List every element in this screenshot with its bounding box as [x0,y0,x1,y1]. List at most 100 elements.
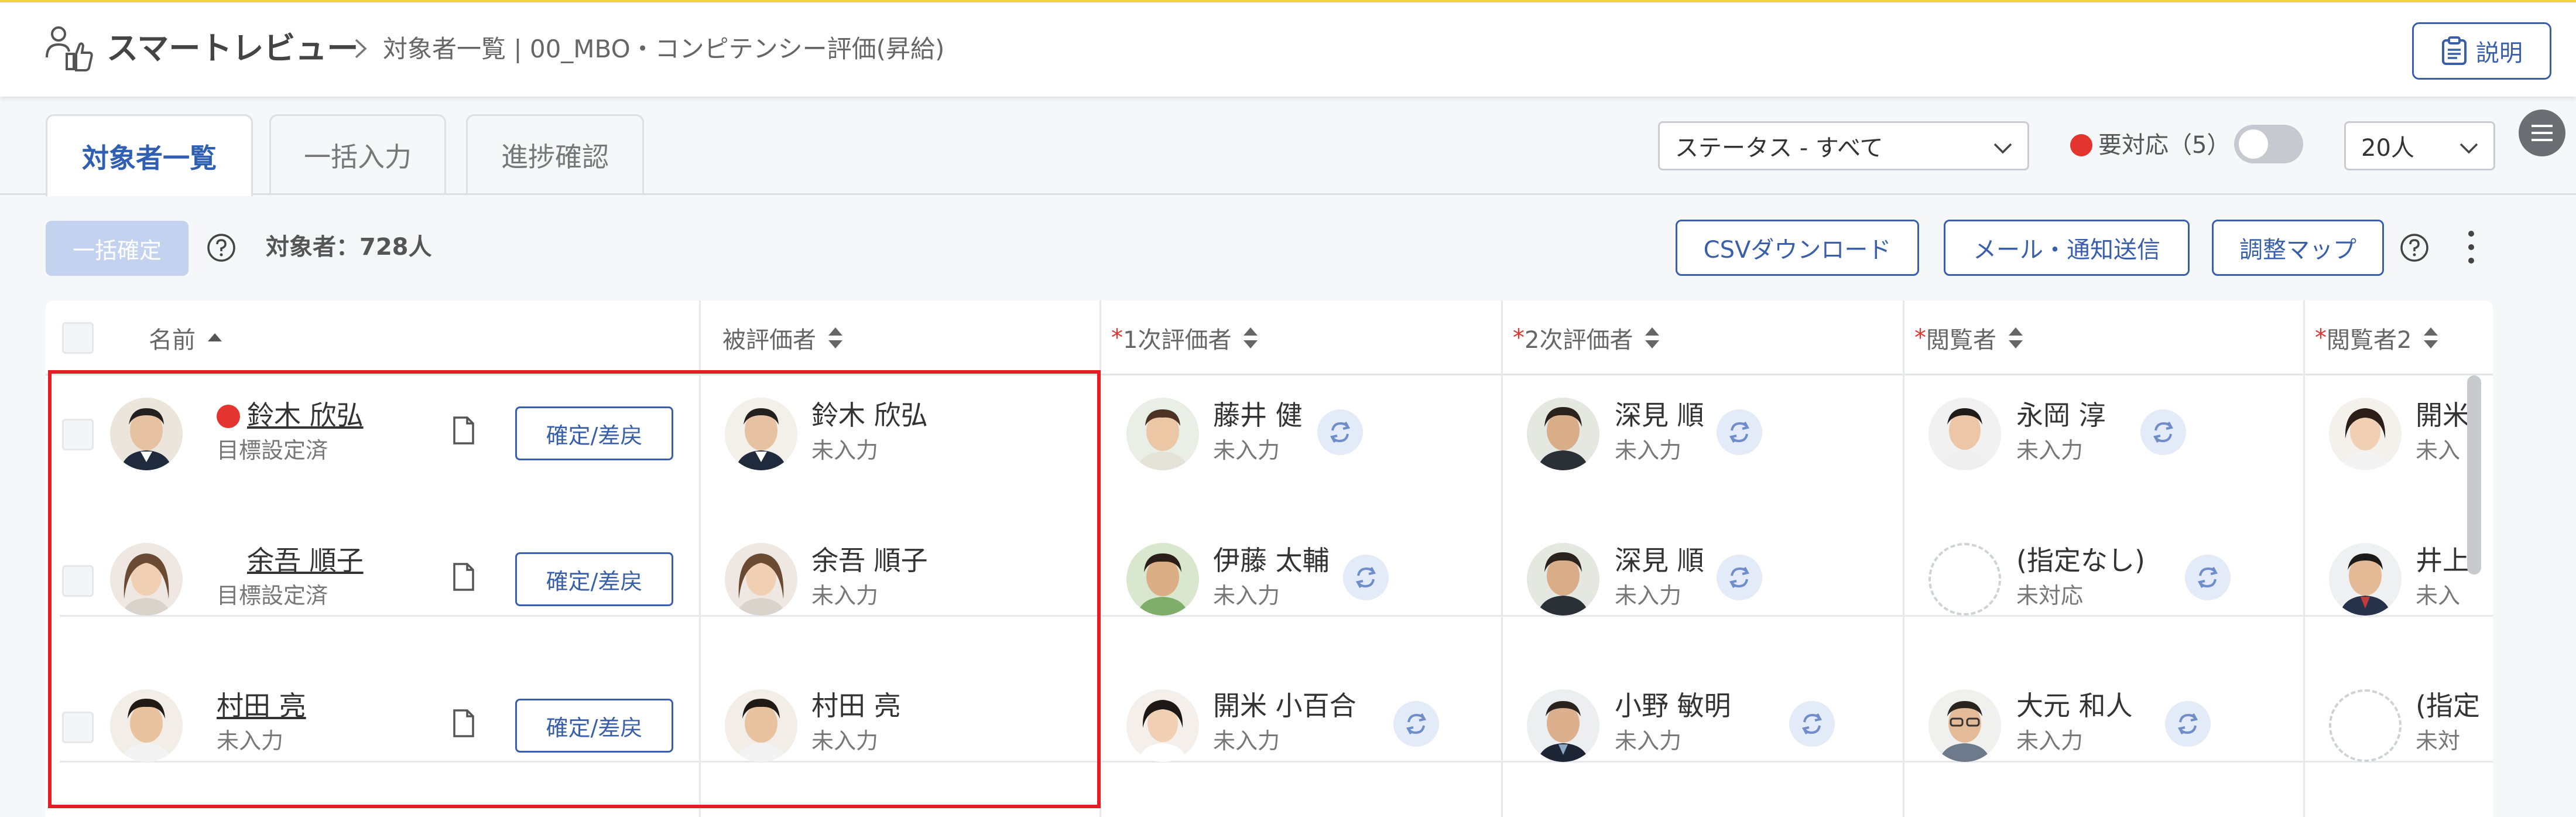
swap-icon [1729,567,1750,588]
required-mark: * [1914,324,1926,351]
swap-icon [1330,422,1351,443]
col-evaluatee-header[interactable]: 被評価者 [722,300,845,375]
swap-evaluator-button[interactable] [1317,409,1363,455]
first-evaluator-status: 未入力 [1213,583,1280,609]
col-first-evaluator-header[interactable]: * 1次評価者 [1111,300,1260,375]
first-evaluator-name: 伊藤 太輔 [1213,545,1330,576]
swap-evaluator-button[interactable] [1789,701,1835,747]
col-second-evaluator-header[interactable]: * 2次評価者 [1513,300,1662,375]
column-divider [699,300,701,817]
sort-both-icon [1244,327,1258,348]
main-content: 対象者一覧 一括入力 進捗確認 ステータス - すべて 要対応（5） 20人 一… [0,97,2576,817]
csv-download-button[interactable]: CSVダウンロード [1676,220,1919,276]
evaluatee-status: 未入力 [811,583,879,609]
viewer-status: 未対応 [2016,583,2084,609]
page-size-select[interactable]: 20人 [2344,121,2495,170]
column-divider [1501,300,1503,817]
confirm-return-button[interactable]: 確定/差戻 [515,699,673,753]
confirm-return-button[interactable]: 確定/差戻 [515,552,673,606]
col-viewer2-header[interactable]: * 閲覧者2 [2315,300,2441,375]
mail-notify-button[interactable]: メール・通知送信 [1944,220,2190,276]
col-name-header[interactable]: 名前 [149,300,225,375]
chevron-down-icon [2459,143,2478,154]
sort-both-icon [1645,327,1660,348]
col-label: 2次評価者 [1525,327,1633,354]
swap-evaluator-button[interactable] [2140,409,2186,455]
first-evaluator-name: 藤井 健 [1213,399,1303,431]
evaluatee-name: 村田 亮 [811,690,901,722]
required-mark: * [1111,324,1123,351]
target-status: 目標設定済 [217,583,328,609]
target-name-link[interactable]: 鈴木 欣弘 [247,398,364,433]
side-menu-button[interactable] [2519,110,2565,156]
evaluatee-status: 未入力 [811,728,879,754]
chevron-down-icon [1993,143,2012,154]
empty-avatar [2329,689,2402,762]
column-divider [1903,300,1904,817]
target-name-link[interactable]: 村田 亮 [217,688,306,723]
target-name-link[interactable]: 余吾 順子 [247,543,364,578]
row-checkbox[interactable] [62,712,94,743]
viewer2-status: 未対 [2416,728,2461,754]
adjust-map-button[interactable]: 調整マップ [2212,220,2384,276]
question-icon[interactable] [2399,233,2430,263]
toggle-knob [2239,129,2268,159]
sort-asc-icon [208,333,222,341]
avatar [1527,398,1599,470]
avatar [110,398,183,470]
tab-label: 対象者一覧 [82,142,217,174]
alert-dot-icon [217,405,240,428]
table-header: 名前 被評価者 * 1次評価者 * 2次評価者 * 閲覧者 * 閲覧者2 [46,300,2493,375]
swap-evaluator-button[interactable] [2185,555,2231,600]
avatar [1928,398,2001,470]
viewer-status: 未入力 [2016,728,2084,754]
document-icon[interactable] [452,708,475,739]
bulk-confirm-button[interactable]: 一括確定 [46,221,189,276]
clipboard-icon [2442,36,2467,65]
viewer2-name: (指定 [2416,690,2480,722]
viewer-name: 永岡 淳 [2016,399,2106,431]
document-icon[interactable] [452,562,475,592]
swap-evaluator-button[interactable] [2165,701,2211,747]
col-label: 名前 [149,327,196,354]
chevron-right-icon [355,39,367,59]
col-label: 閲覧者2 [2327,327,2412,354]
document-icon[interactable] [452,415,475,446]
vertical-scrollbar[interactable] [2467,375,2481,575]
confirm-return-button[interactable]: 確定/差戻 [515,406,673,460]
app-title[interactable]: スマートレビュー [107,28,358,69]
second-evaluator-name: 深見 順 [1615,545,1704,576]
review-people-icon [46,26,93,71]
second-evaluator-name: 深見 順 [1615,399,1704,431]
more-vertical-icon[interactable] [2462,227,2480,268]
status-select[interactable]: ステータス - すべて [1658,121,2029,170]
row-checkbox[interactable] [62,419,94,450]
tab-target-list[interactable]: 対象者一覧 [46,114,253,196]
swap-icon [1801,713,1823,734]
swap-evaluator-button[interactable] [1717,555,1762,600]
select-all-checkbox[interactable] [62,322,94,354]
first-evaluator-name: 開米 小百合 [1213,690,1356,722]
col-label: 閲覧者 [1926,327,1996,354]
avatar [1527,543,1599,616]
tab-bulk-input[interactable]: 一括入力 [269,114,446,194]
sort-both-icon [2009,327,2023,348]
tab-progress[interactable]: 進捗確認 [466,114,644,194]
required-mark: * [2315,324,2327,351]
swap-evaluator-button[interactable] [1393,701,1439,747]
tab-label: 一括入力 [304,141,412,173]
row-checkbox[interactable] [62,565,94,597]
tab-label: 進捗確認 [501,141,609,173]
avatar [725,543,797,616]
swap-evaluator-button[interactable] [1717,409,1762,455]
target-count: 対象者：728人 [266,234,432,261]
empty-avatar [1928,543,2001,616]
col-viewer-header[interactable]: * 閲覧者 [1914,300,2026,375]
swap-evaluator-button[interactable] [1343,555,1389,600]
column-divider [2303,300,2305,817]
help-button[interactable]: 説明 [2412,22,2551,80]
viewer-name: 大元 和人 [2016,690,2133,722]
needs-action-toggle[interactable] [2234,125,2303,163]
swap-icon [1355,567,1376,588]
question-icon[interactable] [206,233,237,263]
